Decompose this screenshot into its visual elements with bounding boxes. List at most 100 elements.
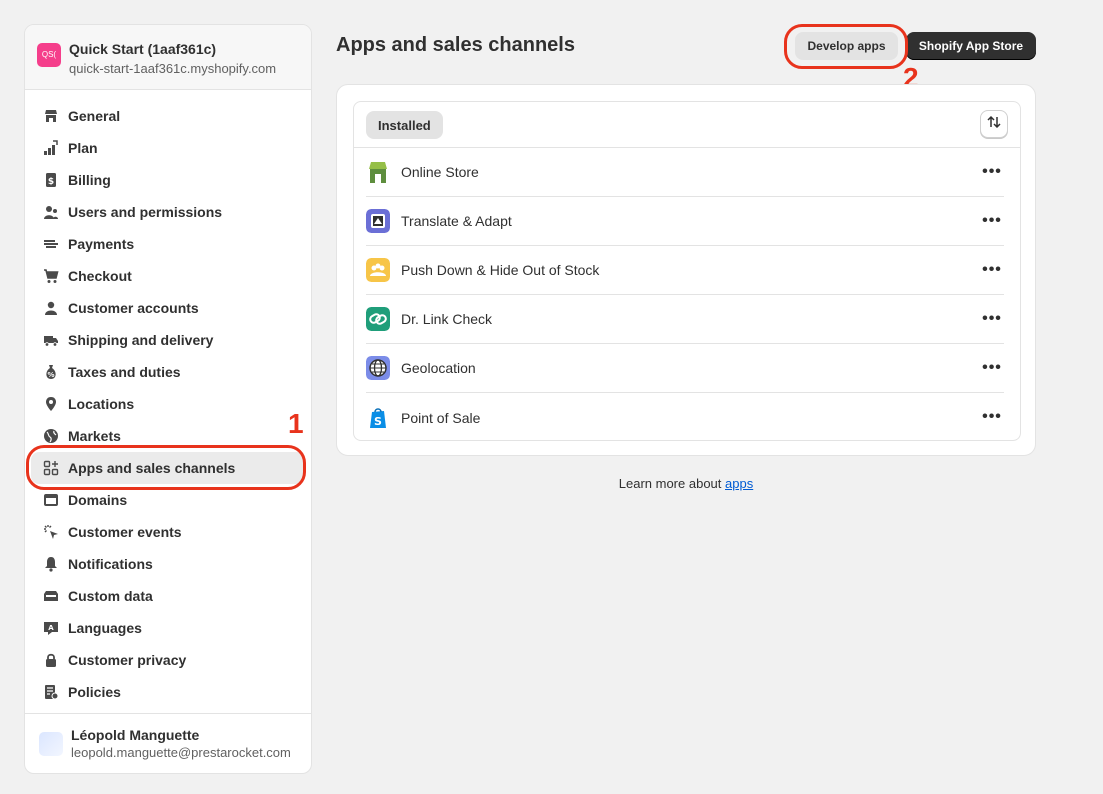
app-row-translate-adapt[interactable]: Translate & Adapt •••	[366, 197, 1004, 246]
nav-item-plan[interactable]: Plan	[31, 132, 305, 164]
globe-icon	[43, 428, 59, 444]
nav-item-customer-accounts[interactable]: Customer accounts	[31, 292, 305, 324]
nav-label: Customer events	[68, 524, 182, 540]
store-icon	[43, 108, 59, 124]
nav-label: Policies	[68, 684, 121, 700]
users-icon	[43, 204, 59, 220]
app-name: Point of Sale	[401, 409, 481, 426]
nav-item-customer-events[interactable]: Customer events	[31, 516, 305, 548]
app-name: Translate & Adapt	[401, 213, 512, 229]
app-row-geolocation[interactable]: Geolocation •••	[366, 344, 1004, 393]
settings-nav: General Plan $ Billing Users and permiss…	[25, 90, 311, 708]
nav-item-taxes[interactable]: % Taxes and duties	[31, 356, 305, 388]
sort-icon	[986, 114, 1002, 135]
nav-item-locations[interactable]: Locations	[31, 388, 305, 420]
more-actions-button[interactable]: •••	[982, 260, 1002, 280]
nav-label: Plan	[68, 140, 98, 156]
user-name: Léopold Manguette	[71, 726, 200, 743]
svg-text:S: S	[374, 415, 382, 428]
apps-list-header: Installed	[354, 102, 1020, 148]
shopify-app-store-button[interactable]: Shopify App Store	[906, 32, 1036, 60]
nav-label: Checkout	[68, 268, 132, 284]
page-title: Apps and sales channels	[336, 34, 575, 56]
store-name: Quick Start (1aaf361c)	[69, 41, 217, 57]
cursor-click-icon	[43, 524, 59, 540]
nav-label: Billing	[68, 172, 111, 188]
nav-item-custom-data[interactable]: Custom data	[31, 580, 305, 612]
more-actions-button[interactable]: •••	[982, 211, 1002, 231]
annotation-number-1: 1	[288, 408, 304, 439]
apps-help-link[interactable]: apps	[725, 476, 753, 491]
translate-icon: A	[43, 620, 59, 636]
nav-item-customer-privacy[interactable]: Customer privacy	[31, 644, 305, 676]
more-actions-button[interactable]: •••	[982, 407, 1002, 427]
learn-more-text: Learn more about	[618, 476, 722, 491]
nav-item-shipping[interactable]: Shipping and delivery	[31, 324, 305, 356]
user-profile[interactable]: Léopold Manguette leopold.manguette@pres…	[25, 713, 311, 773]
nav-item-general[interactable]: General	[31, 100, 305, 132]
bell-icon	[43, 556, 59, 572]
apps-list: Installed Online Store ••• Translate & A…	[353, 101, 1021, 441]
custom-data-icon	[43, 588, 59, 604]
settings-sidebar: QS( Quick Start (1aaf361c) quick-start-1…	[24, 24, 312, 774]
svg-text:$: $	[48, 177, 54, 187]
person-icon	[43, 300, 59, 316]
more-actions-button[interactable]: •••	[982, 358, 1002, 378]
app-name: Geolocation	[401, 360, 476, 376]
app-name: Online Store	[401, 164, 479, 180]
annotation-ring-1	[26, 445, 306, 490]
more-actions-button[interactable]: •••	[982, 309, 1002, 329]
payments-icon	[43, 236, 59, 252]
nav-label: Customer accounts	[68, 300, 199, 316]
app-name: Push Down & Hide Out of Stock	[401, 262, 600, 278]
nav-label: Taxes and duties	[68, 364, 181, 380]
app-row-link-check[interactable]: Dr. Link Check •••	[366, 295, 1004, 344]
nav-label: Markets	[68, 428, 121, 444]
nav-label: Notifications	[68, 556, 153, 572]
domains-icon	[43, 492, 59, 508]
svg-text:A: A	[48, 624, 54, 632]
online-store-icon	[366, 160, 390, 184]
nav-label: Customer privacy	[68, 652, 187, 668]
policies-icon	[43, 684, 59, 700]
tax-bag-icon: %	[43, 364, 59, 380]
app-row-online-store[interactable]: Online Store •••	[366, 148, 1004, 197]
link-check-icon	[366, 307, 390, 331]
nav-item-checkout[interactable]: Checkout	[31, 260, 305, 292]
push-down-icon	[366, 258, 390, 282]
store-header[interactable]: QS( Quick Start (1aaf361c) quick-start-1…	[25, 25, 311, 90]
nav-item-users[interactable]: Users and permissions	[31, 196, 305, 228]
geolocation-icon	[366, 356, 390, 380]
nav-item-payments[interactable]: Payments	[31, 228, 305, 260]
plan-icon	[43, 140, 59, 156]
location-pin-icon	[43, 396, 59, 412]
user-avatar	[39, 731, 63, 756]
nav-label: Custom data	[68, 588, 153, 604]
nav-label: General	[68, 108, 121, 124]
nav-label: Users and permissions	[68, 204, 223, 220]
annotation-ring-2	[784, 24, 908, 69]
app-name: Dr. Link Check	[401, 311, 493, 327]
billing-icon: $	[43, 172, 59, 188]
nav-label: Languages	[68, 620, 142, 636]
lock-icon	[43, 652, 59, 668]
nav-item-billing[interactable]: $ Billing	[31, 164, 305, 196]
nav-item-notifications[interactable]: Notifications	[31, 548, 305, 580]
learn-more-note: Learn more about apps	[336, 476, 1036, 491]
svg-text:%: %	[47, 371, 54, 379]
translate-adapt-icon	[366, 209, 390, 233]
cart-icon	[43, 268, 59, 284]
nav-label: Payments	[68, 236, 135, 252]
point-of-sale-icon: S	[366, 405, 390, 430]
app-row-push-down[interactable]: Push Down & Hide Out of Stock •••	[366, 246, 1004, 295]
nav-label: Domains	[68, 492, 128, 508]
tab-installed[interactable]: Installed	[366, 111, 443, 139]
sort-button[interactable]	[980, 110, 1008, 138]
nav-item-policies[interactable]: Policies	[31, 676, 305, 708]
truck-icon	[43, 332, 59, 348]
app-row-point-of-sale[interactable]: S Point of Sale •••	[366, 393, 1004, 442]
store-domain: quick-start-1aaf361c.myshopify.com	[69, 61, 277, 76]
nav-item-languages[interactable]: A Languages	[31, 612, 305, 644]
nav-label: Shipping and delivery	[68, 332, 214, 348]
more-actions-button[interactable]: •••	[982, 162, 1002, 182]
